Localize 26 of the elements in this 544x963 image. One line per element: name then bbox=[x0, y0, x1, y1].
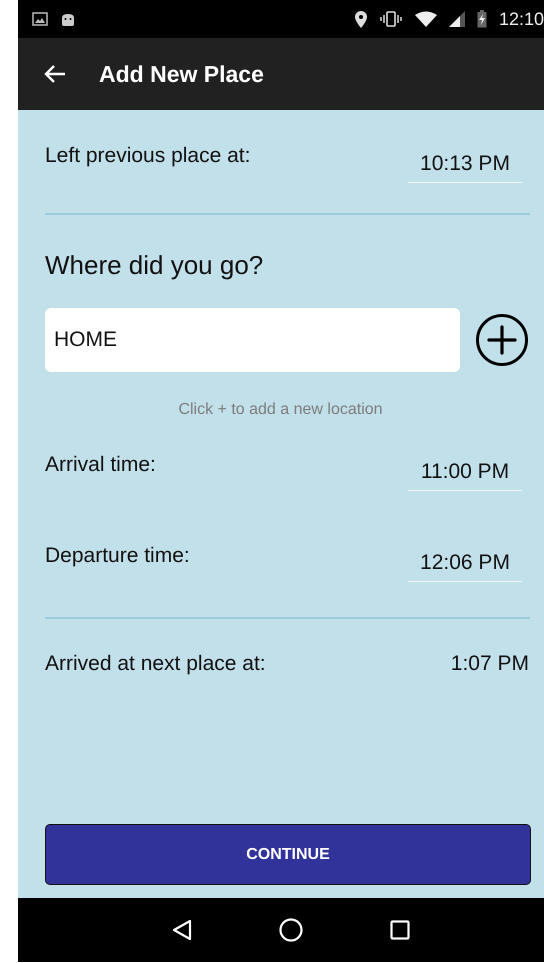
signal-icon bbox=[448, 11, 465, 27]
location-pin-icon bbox=[354, 10, 367, 28]
battery-icon bbox=[476, 10, 487, 28]
back-triangle-icon[interactable] bbox=[172, 919, 192, 941]
field-label: Arrival time: bbox=[45, 452, 156, 476]
continue-button[interactable]: CONTINUE bbox=[45, 824, 531, 885]
time-value: 1:07 PM bbox=[450, 652, 530, 676]
time-field[interactable]: 11:00 PM bbox=[408, 452, 522, 491]
time-field[interactable]: 10:13 PM bbox=[408, 144, 522, 182]
android-icon bbox=[60, 11, 76, 27]
field-label: Arrived at next place at: bbox=[45, 652, 266, 676]
vibrate-icon bbox=[378, 11, 403, 27]
screen-title: Add New Place bbox=[99, 60, 264, 88]
hint-text: Click + to add a new location bbox=[178, 401, 383, 419]
home-circle-icon[interactable] bbox=[278, 918, 303, 942]
status-time: 12:10 bbox=[498, 8, 544, 30]
image-icon bbox=[32, 12, 48, 26]
time-field[interactable]: 12:06 PM bbox=[408, 543, 522, 582]
back-arrow-icon[interactable] bbox=[44, 64, 66, 84]
recents-square-icon[interactable] bbox=[390, 920, 410, 940]
add-circle-icon[interactable] bbox=[475, 313, 529, 367]
field-label: Left previous place at: bbox=[45, 144, 250, 168]
question-heading: Where did you go? bbox=[45, 250, 264, 281]
wifi-icon bbox=[414, 11, 437, 27]
field-label: Departure time: bbox=[45, 544, 190, 568]
location-field[interactable]: HOME bbox=[45, 308, 460, 372]
